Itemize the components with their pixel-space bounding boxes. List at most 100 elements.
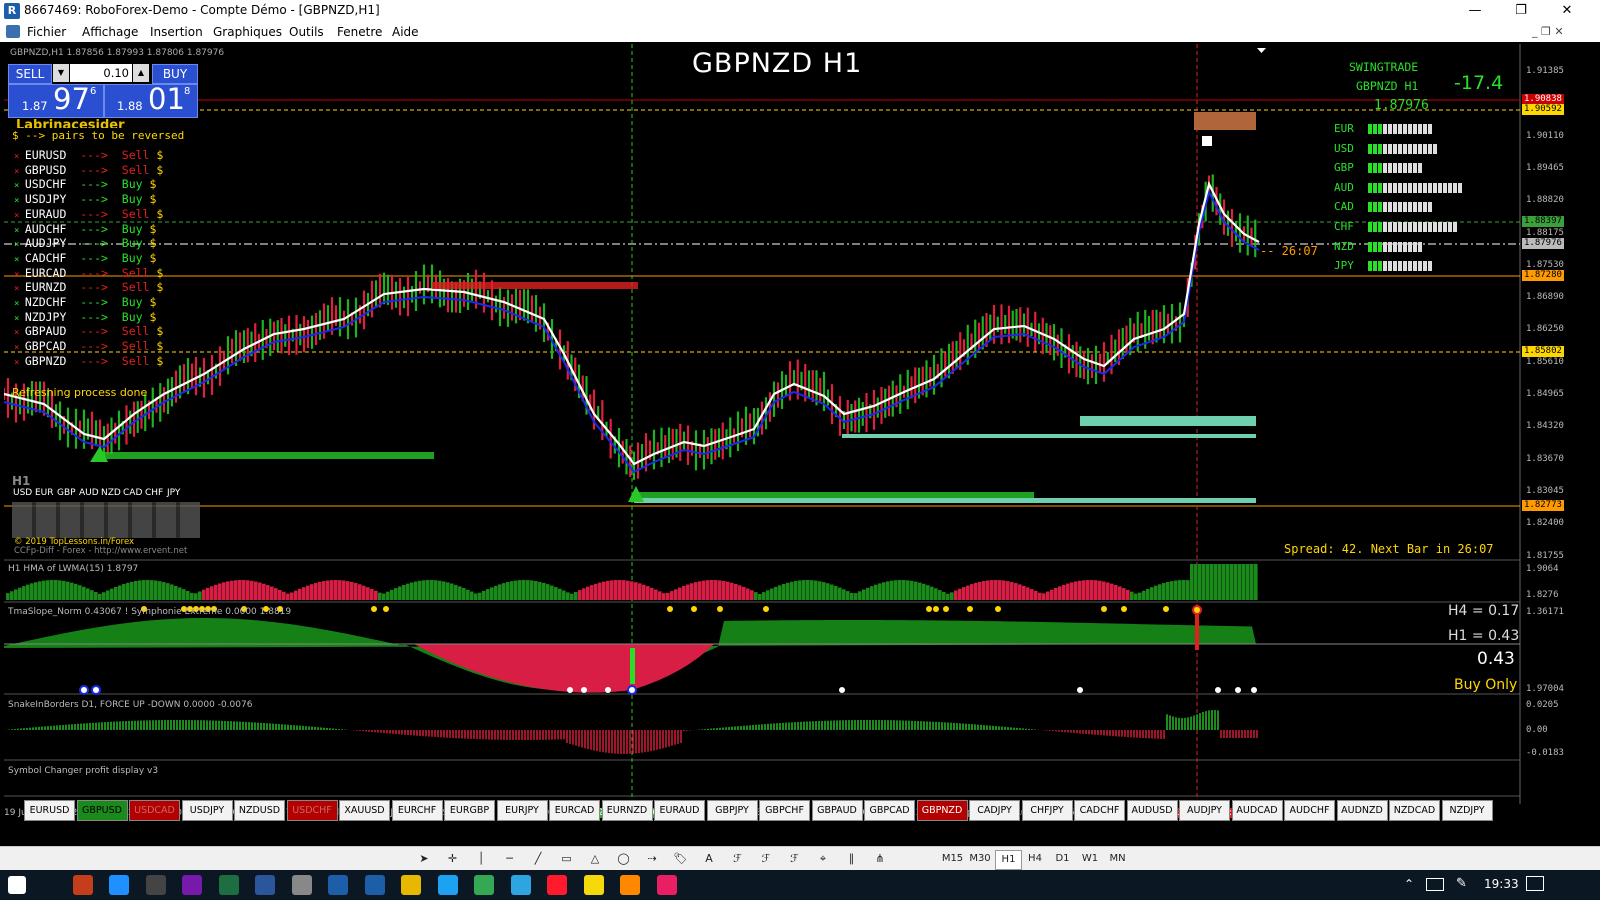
ellipse-icon[interactable]: ◯	[613, 850, 635, 868]
powerpoint-icon[interactable]	[72, 875, 93, 895]
mt4-icon[interactable]	[328, 875, 348, 895]
symbol-tab-button[interactable]: EURNZD	[601, 800, 653, 821]
pen-icon[interactable]: ✎	[1456, 876, 1467, 891]
buy-price-button[interactable]: 1.88 01 8	[104, 82, 198, 118]
store-icon[interactable]	[145, 875, 166, 895]
symbol-tab-button[interactable]: EURCAD	[549, 800, 600, 821]
timeframe-button-m30[interactable]: M30	[968, 850, 993, 868]
mail-icon[interactable]	[291, 875, 312, 895]
chrome-icon[interactable]	[474, 875, 494, 895]
start-icon[interactable]	[8, 876, 26, 894]
menu-insertion[interactable]: Insertion	[150, 25, 203, 39]
symbol-tab-button[interactable]: EURGBP	[444, 800, 495, 821]
buy-button[interactable]: BUY	[152, 64, 198, 84]
menu-graphiques[interactable]: Graphiques	[213, 25, 282, 39]
symbol-tab-button[interactable]: AUDJPY	[1179, 800, 1230, 821]
timeframe-button-w1[interactable]: W1	[1078, 850, 1103, 868]
symbol-tab-button[interactable]: EURJPY	[496, 800, 548, 821]
cursor-icon[interactable]: ➤	[413, 850, 435, 868]
timeframe-button-m15[interactable]: M15	[940, 850, 965, 868]
chart-canvas[interactable]	[4, 44, 1600, 832]
menu-affichage[interactable]: Affichage	[82, 25, 138, 39]
tray-up-icon[interactable]: ⌃	[1404, 877, 1414, 891]
symbol-tab-button[interactable]: EURCHF	[391, 800, 443, 821]
telegram-icon[interactable]	[510, 875, 531, 895]
fibo-fan-icon[interactable]: ℱ	[755, 850, 777, 868]
crosshair-icon[interactable]: ✛	[442, 850, 464, 868]
symbol-tab-button[interactable]: GBPNZD	[916, 800, 968, 821]
chart-window[interactable]: GBPNZD,H1 1.87856 1.87993 1.87806 1.8797…	[4, 44, 1600, 832]
symbol-tab-button[interactable]: AUDUSD	[1126, 800, 1178, 821]
hma-histogram-bar	[286, 593, 290, 600]
fibo-arc-icon[interactable]: ℱ	[784, 850, 806, 868]
symbol-tab-button[interactable]: NZDUSD	[234, 800, 285, 821]
symbol-tab-button[interactable]: GBPJPY	[706, 800, 758, 821]
vlc-icon[interactable]	[620, 875, 640, 895]
symbol-tab-button[interactable]: EURUSD	[24, 800, 75, 821]
symbol-tab-button[interactable]: AUDNZD	[1336, 800, 1388, 821]
sell-button[interactable]: SELL	[8, 64, 52, 84]
excel-icon[interactable]	[218, 875, 239, 895]
word-icon[interactable]	[255, 875, 275, 895]
gann-icon[interactable]: ⌖	[812, 850, 834, 868]
edge-icon[interactable]	[109, 875, 129, 895]
symbol-tab-button[interactable]: AUDCHF	[1284, 800, 1335, 821]
symbol-tab-button[interactable]: CADJPY	[969, 800, 1020, 821]
timeframe-button-d1[interactable]: D1	[1050, 850, 1075, 868]
currency-strength-bar	[1398, 202, 1402, 213]
symbol-tab-button[interactable]: GBPUSD	[76, 800, 128, 821]
text-label-icon[interactable]: 🏷	[670, 850, 692, 868]
timeframe-button-h4[interactable]: H4	[1023, 850, 1048, 868]
timeframe-button-h1[interactable]: H1	[995, 850, 1022, 870]
lot-size-input[interactable]: 0.10	[70, 64, 132, 82]
lot-increase-button[interactable]: ▲	[133, 64, 149, 82]
currency-strength-bar	[1368, 143, 1372, 154]
symbol-tab-button[interactable]: XAUUSD	[339, 800, 390, 821]
explorer-icon[interactable]	[401, 875, 421, 895]
battery-icon[interactable]	[1426, 878, 1444, 891]
symbol-tab-button[interactable]: NZDJPY	[1441, 800, 1493, 821]
music-icon[interactable]	[656, 875, 677, 895]
restore-button[interactable]: ❐	[1498, 0, 1544, 22]
symbol-tab-button[interactable]: USDJPY	[181, 800, 233, 821]
minimize-button[interactable]: —	[1452, 0, 1498, 22]
sell-price-button[interactable]: 1.87 97 6	[8, 82, 104, 118]
menu-outils[interactable]: Outils	[289, 25, 324, 39]
menu-fenetre[interactable]: Fenetre	[337, 25, 382, 39]
symbol-tab-button[interactable]: NZDCAD	[1389, 800, 1440, 821]
mt4-2-icon[interactable]	[364, 875, 385, 895]
symbol-tab-button[interactable]: GBPCHF	[759, 800, 810, 821]
opera-icon[interactable]	[547, 875, 567, 895]
mdi-controls[interactable]: _ ❐ ✕	[1532, 25, 1564, 38]
hma-histogram-bar	[574, 591, 578, 600]
symbol-tab-button[interactable]: CADCHF	[1074, 800, 1125, 821]
arrow-icon[interactable]: ⇢	[641, 850, 663, 868]
rectangle-icon[interactable]: ▭	[556, 850, 578, 868]
vertical-line-icon[interactable]: │	[470, 850, 492, 868]
symbol-tab-button[interactable]: GBPAUD	[811, 800, 863, 821]
symbol-tab-button[interactable]: USDCHF	[286, 800, 338, 821]
twitter-icon[interactable]	[437, 875, 458, 895]
child-window-icon[interactable]	[6, 25, 20, 38]
menu-fichier[interactable]: Fichier	[27, 25, 66, 39]
symbol-tab-button[interactable]: USDCAD	[129, 800, 180, 821]
text-icon[interactable]: A	[698, 850, 720, 868]
symbol-tab-button[interactable]: EURAUD	[654, 800, 705, 821]
lot-decrease-button[interactable]: ▼	[53, 64, 69, 82]
notes-icon[interactable]	[583, 875, 604, 895]
symbol-tab-button[interactable]: AUDCAD	[1231, 800, 1283, 821]
menu-aide[interactable]: Aide	[392, 25, 419, 39]
onenote-icon[interactable]	[182, 875, 202, 895]
close-button[interactable]: ✕	[1544, 0, 1590, 22]
horizontal-line-icon[interactable]: ─	[499, 850, 521, 868]
notification-icon[interactable]	[1526, 876, 1544, 891]
fibo-icon[interactable]: ℱ	[727, 850, 749, 868]
timeframe-button-mn[interactable]: MN	[1105, 850, 1130, 868]
trendline-icon[interactable]: ╱	[527, 850, 549, 868]
channel-icon[interactable]: ∥	[841, 850, 863, 868]
taskbar-clock[interactable]: 19:33	[1484, 877, 1519, 891]
symbol-tab-button[interactable]: GBPCAD	[864, 800, 915, 821]
pitchfork-icon[interactable]: ⋔	[869, 850, 891, 868]
symbol-tab-button[interactable]: CHFJPY	[1021, 800, 1073, 821]
triangle-icon[interactable]: △	[584, 850, 606, 868]
